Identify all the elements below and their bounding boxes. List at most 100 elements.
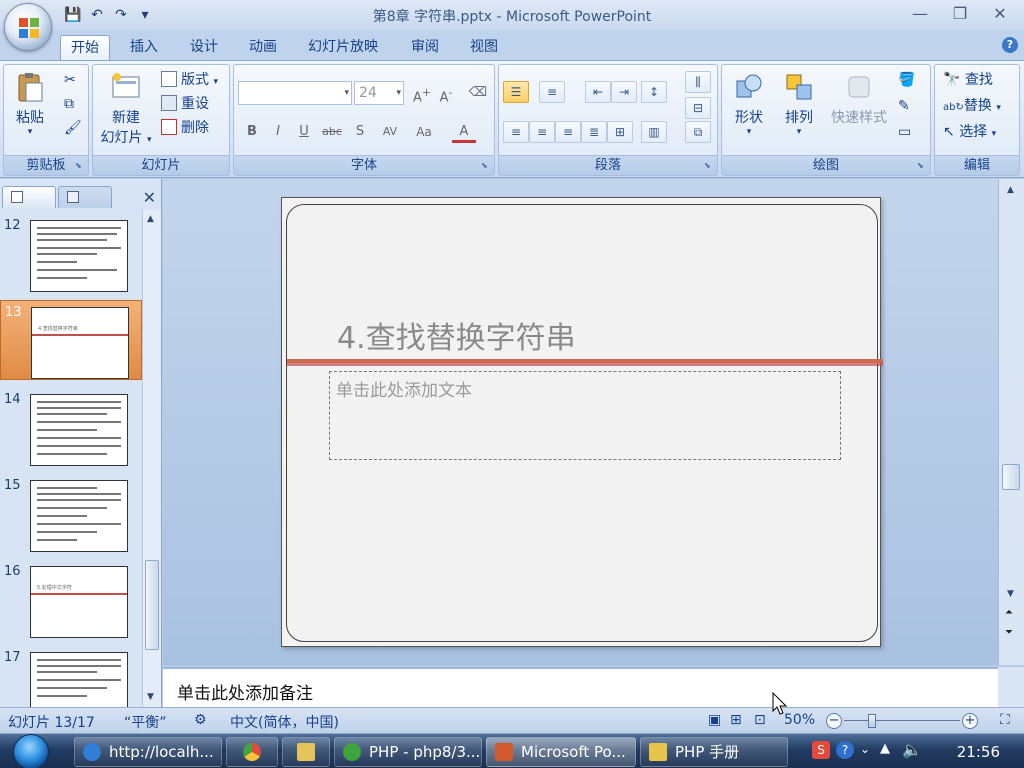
spellcheck-icon[interactable]: ⚙ xyxy=(194,712,207,728)
zoom-out-icon[interactable]: − xyxy=(826,713,842,729)
columns-icon[interactable]: ▥ xyxy=(641,121,667,143)
line-spacing-icon[interactable]: ↕ xyxy=(641,81,667,103)
scroll-thumb[interactable] xyxy=(1002,464,1020,490)
arrange-button[interactable]: 排列 ▾ xyxy=(778,71,820,137)
volume-icon[interactable]: 🔈 xyxy=(902,740,922,759)
strikethrough-icon[interactable]: abc xyxy=(320,121,344,143)
tab-outline[interactable] xyxy=(58,186,112,208)
zoom-knob[interactable] xyxy=(868,714,876,728)
sorter-view-icon[interactable]: ⊞ xyxy=(730,712,742,728)
quick-styles-button[interactable]: 快速样式 xyxy=(826,71,892,127)
thumbnail-17[interactable]: 17 xyxy=(0,646,142,707)
smartart-icon[interactable]: ⧉ xyxy=(685,121,711,143)
previous-slide-icon[interactable]: ⏶ xyxy=(1005,607,1013,618)
office-button[interactable] xyxy=(4,3,52,51)
tab-home[interactable]: 开始 xyxy=(60,35,110,60)
replace-button[interactable]: ab↻替换 ▾ xyxy=(943,95,1001,117)
change-case-icon[interactable]: Aa xyxy=(412,121,436,143)
taskbar-chrome[interactable] xyxy=(226,737,278,767)
scroll-down-icon[interactable]: ▼ xyxy=(147,692,154,702)
slideshow-view-icon[interactable]: ⊡ xyxy=(754,712,766,728)
tab-design[interactable]: 设计 xyxy=(180,35,228,60)
tray-settings-icon[interactable]: ⌄ xyxy=(860,742,870,756)
paste-dropdown-icon[interactable]: ▾ xyxy=(10,127,50,137)
close-icon[interactable]: ✕ xyxy=(982,2,1018,26)
increase-indent-icon[interactable]: ⇥ xyxy=(611,81,637,103)
thumbnail-16[interactable]: 16 5.处理中文字符 xyxy=(0,560,142,640)
find-button[interactable]: 🔭 查找 xyxy=(943,69,993,91)
reset-button[interactable]: 重设 xyxy=(161,93,209,115)
start-button[interactable] xyxy=(8,734,54,768)
font-launcher-icon[interactable]: ⬊ xyxy=(481,161,491,171)
tab-view[interactable]: 视图 xyxy=(460,35,508,60)
text-direction-icon[interactable]: ⫼ xyxy=(685,71,711,93)
thumbnail-scrollbar[interactable]: ▲ ▼ xyxy=(142,210,161,707)
align-center-icon[interactable]: ≡ xyxy=(529,121,555,143)
shadow-icon[interactable]: S xyxy=(348,121,372,143)
tab-animation[interactable]: 动画 xyxy=(239,35,287,60)
underline-icon[interactable]: U xyxy=(292,121,316,143)
font-size-combo[interactable]: 24 ▾ xyxy=(354,81,404,105)
notes-scrollbar[interactable] xyxy=(998,667,1024,707)
help-icon[interactable]: ? xyxy=(1002,37,1018,53)
clock[interactable]: 21:56 xyxy=(957,743,1000,761)
zoom-slider[interactable]: − + xyxy=(826,713,978,729)
decrease-indent-icon[interactable]: ⇤ xyxy=(585,81,611,103)
normal-view-icon[interactable]: ▣ xyxy=(708,712,721,728)
notes-pane[interactable]: 单击此处添加备注 xyxy=(163,667,998,707)
current-slide[interactable]: 4.查找替换字符串 单击此处添加文本 xyxy=(281,197,883,647)
thumbnail-14[interactable]: 14 xyxy=(0,388,142,468)
restore-icon[interactable]: ❐ xyxy=(942,2,978,26)
shape-outline-icon[interactable]: ✎ xyxy=(898,95,910,117)
font-color-icon[interactable]: A xyxy=(452,121,476,143)
delete-slide-button[interactable]: 删除 xyxy=(161,117,209,139)
numbering-icon[interactable]: ≡ xyxy=(539,81,565,103)
help-tray-icon[interactable]: ? xyxy=(836,741,854,759)
select-button[interactable]: ↖ 选择 ▾ xyxy=(943,121,996,143)
layout-button[interactable]: 版式 ▾ xyxy=(161,69,218,91)
ime-icon[interactable]: S xyxy=(812,741,830,759)
align-right-icon[interactable]: ≡ xyxy=(555,121,581,143)
clipboard-launcher-icon[interactable]: ⬊ xyxy=(75,161,85,171)
shape-fill-icon[interactable]: 🪣 xyxy=(898,69,915,91)
new-slide-button[interactable]: 新建 幻灯片 ▾ xyxy=(97,71,155,147)
font-name-combo[interactable]: ▾ xyxy=(238,81,352,105)
zoom-in-icon[interactable]: + xyxy=(962,713,978,729)
zoom-level[interactable]: 50% xyxy=(784,712,815,728)
copy-button[interactable]: ⧉ xyxy=(64,93,74,115)
tab-insert[interactable]: 插入 xyxy=(120,35,168,60)
scroll-thumb[interactable] xyxy=(145,560,159,650)
taskbar-explorer[interactable] xyxy=(282,737,330,767)
thumbnail-15[interactable]: 15 xyxy=(0,474,142,554)
shape-effects-icon[interactable]: ▭ xyxy=(898,121,911,143)
next-slide-icon[interactable]: ⏷ xyxy=(1005,627,1013,638)
close-pane-icon[interactable]: ✕ xyxy=(143,188,156,207)
paragraph-launcher-icon[interactable]: ⬊ xyxy=(704,161,714,171)
align-text-icon[interactable]: ⊟ xyxy=(685,97,711,119)
shrink-font-icon[interactable]: A- xyxy=(434,82,458,105)
slide-title[interactable]: 4.查找替换字符串 xyxy=(337,313,576,357)
body-placeholder[interactable]: 单击此处添加文本 xyxy=(329,371,841,460)
scroll-up-icon[interactable]: ▲ xyxy=(1007,185,1014,195)
align-left-icon[interactable]: ≡ xyxy=(503,121,529,143)
language[interactable]: 中文(简体，中国) xyxy=(230,712,339,732)
tab-slideshow[interactable]: 幻灯片放映 xyxy=(298,35,388,60)
shapes-button[interactable]: 形状 ▾ xyxy=(728,71,770,137)
justify-icon[interactable]: ≣ xyxy=(581,121,607,143)
clear-format-icon[interactable]: ⌫ xyxy=(466,82,490,104)
italic-icon[interactable]: I xyxy=(266,121,290,143)
tab-review[interactable]: 审阅 xyxy=(401,35,449,60)
thumbnail-13[interactable]: 13 4.查找替换字符串 xyxy=(0,300,142,380)
thumbnail-12[interactable]: 12 xyxy=(0,214,142,294)
char-spacing-icon[interactable]: AV xyxy=(378,121,402,143)
new-slide-dropdown-icon[interactable]: ▾ xyxy=(147,135,152,145)
scroll-up-icon[interactable]: ▲ xyxy=(147,214,154,224)
paste-button[interactable]: 粘贴 ▾ xyxy=(10,71,50,137)
format-painter-button[interactable]: 🖌 xyxy=(64,117,82,139)
distributed-icon[interactable]: ⊞ xyxy=(607,121,633,143)
slide-scrollbar[interactable]: ▲ ▼ ⏶ ⏷ xyxy=(998,179,1024,665)
minimize-icon[interactable]: — xyxy=(902,2,938,26)
grow-font-icon[interactable]: A+ xyxy=(410,82,434,105)
taskbar-php-editor[interactable]: PHP - php8/3... xyxy=(334,737,482,767)
scroll-down-icon[interactable]: ▼ xyxy=(1007,589,1014,599)
